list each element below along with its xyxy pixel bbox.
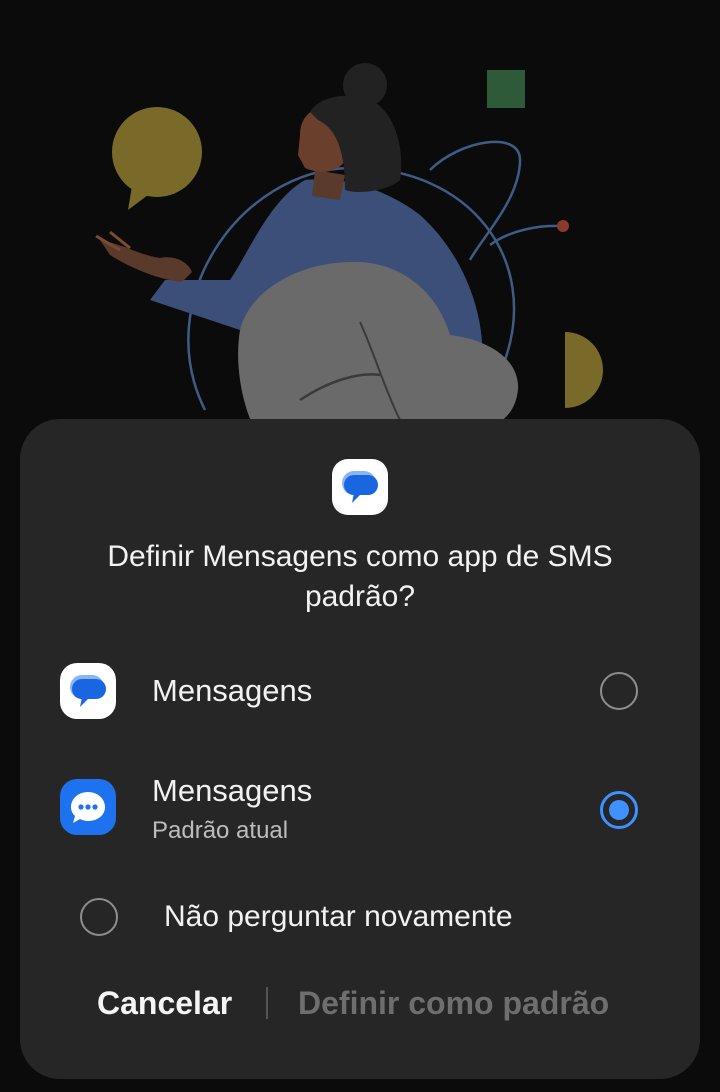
dont-ask-again-row[interactable]: Não perguntar novamente (60, 887, 660, 947)
speech-bubble (112, 107, 202, 197)
cancel-button[interactable]: Cancelar (97, 981, 232, 1025)
dont-ask-again-label: Não perguntar novamente (164, 900, 513, 933)
option-samsung-messages[interactable]: Mensagens Padrão atual (20, 757, 700, 857)
current-default-label: Padrão atual (152, 817, 289, 844)
radio-button-selected[interactable] (600, 791, 638, 829)
screen: Definir Mensagens como app de SMS padrão… (0, 0, 720, 1092)
half-circle (565, 332, 603, 408)
option-label: Mensagens (152, 773, 313, 808)
google-messages-icon (60, 663, 116, 719)
dialog-actions: Cancelar Definir como padrão (20, 981, 700, 1025)
default-sms-app-dialog: Definir Mensagens como app de SMS padrão… (20, 419, 700, 1079)
button-divider (266, 987, 268, 1019)
google-messages-app-icon (332, 459, 388, 515)
set-as-default-button[interactable]: Definir como padrão (298, 981, 609, 1025)
background-illustration (95, 63, 603, 430)
person-bun (343, 63, 387, 107)
outline-stem (489, 224, 561, 247)
radio-selected-dot (609, 800, 629, 820)
green-square (487, 70, 525, 108)
dont-ask-again-checkbox[interactable] (80, 898, 118, 936)
person-neck (312, 170, 345, 200)
message-bubble-icon (342, 471, 378, 503)
samsung-messages-icon (60, 779, 116, 835)
radio-button[interactable] (600, 672, 638, 710)
dialog-title: Definir Mensagens como app de SMS padrão… (107, 540, 613, 613)
option-label: Mensagens (152, 673, 313, 708)
small-dot (557, 220, 569, 232)
person-legs (238, 261, 519, 430)
option-google-messages[interactable]: Mensagens (20, 641, 700, 741)
